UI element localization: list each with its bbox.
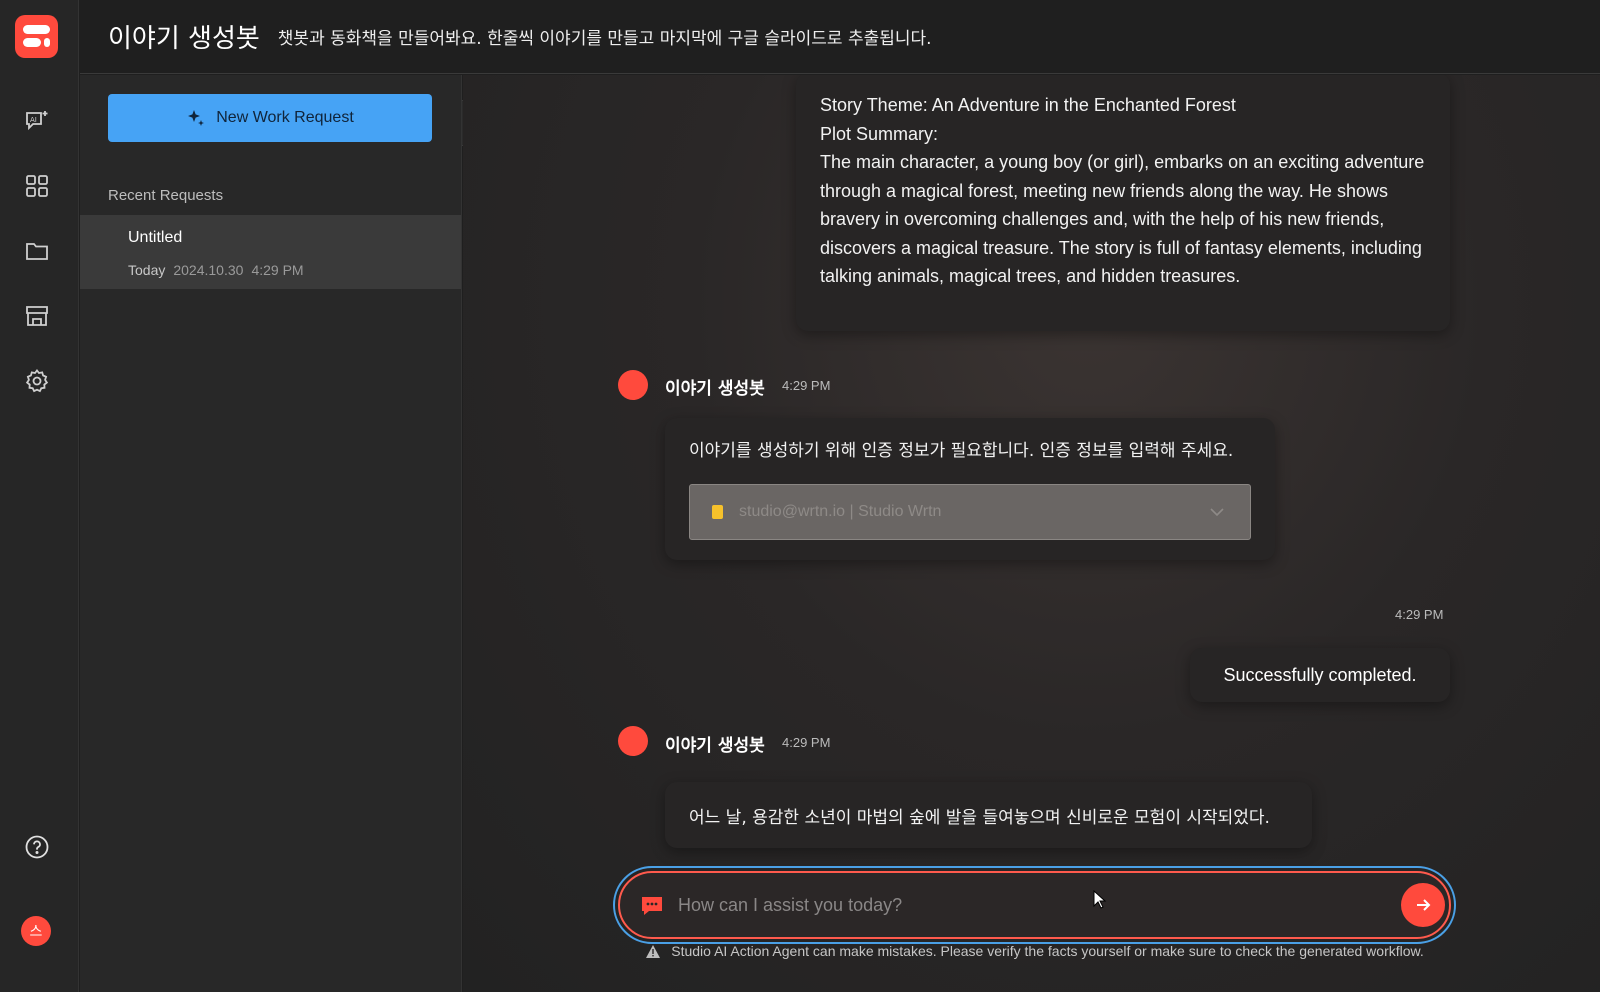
apps-grid-icon[interactable] — [20, 169, 54, 203]
user-avatar[interactable]: 스 — [21, 916, 51, 946]
chat-input-container — [613, 866, 1456, 944]
send-button[interactable] — [1401, 883, 1445, 927]
disclaimer: Studio AI Action Agent can make mistakes… — [613, 940, 1456, 962]
left-rail: AI 스 — [0, 0, 79, 992]
recent-request-time: 4:29 PM — [251, 262, 304, 278]
page-title: 이야기 생성봇 — [108, 24, 260, 54]
svg-text:AI: AI — [30, 116, 37, 124]
page-description: 챗봇과 동화책을 만들어봐요. 한줄씩 이야기를 만들고 마지막에 구글 슬라이… — [277, 29, 932, 49]
user-message-text: Successfully completed. — [1223, 664, 1417, 685]
recent-request-date: 2024.10.30 — [173, 262, 244, 278]
message-time: 4:29 PM — [782, 378, 831, 393]
credential-select[interactable]: studio@wrtn.io | Studio Wrtn — [689, 484, 1251, 540]
user-message: Successfully completed. — [1190, 648, 1450, 702]
folder-icon[interactable] — [20, 234, 54, 268]
recent-request-item[interactable]: Untitled Today 2024.10.30 4:29 PM — [80, 215, 461, 289]
plot-summary-text: The main character, a young boy (or girl… — [820, 152, 1425, 286]
warning-icon — [646, 944, 661, 958]
plot-summary-heading: Plot Summary: — [820, 123, 939, 144]
auth-request-text: 이야기를 생성하기 위해 인증 정보가 필요합니다. 인증 정보를 입력해 주세… — [689, 441, 1234, 461]
new-work-request-button[interactable]: New Work Request — [108, 94, 432, 142]
chat-area: Story Theme: An Adventure in the Enchant… — [463, 75, 1600, 992]
user-message-time: 4:29 PM — [1395, 607, 1444, 622]
arrow-right-icon — [1417, 899, 1431, 911]
sparkle-icon — [188, 110, 205, 126]
recent-request-title: Untitled — [128, 229, 183, 246]
recent-request-day: Today — [128, 262, 166, 278]
disclaimer-text: Studio AI Action Agent can make mistakes… — [671, 943, 1424, 959]
page-header: 이야기 생성봇 챗봇과 동화책을 만들어봐요. 한줄씩 이야기를 만들고 마지막… — [80, 0, 1600, 74]
chat-input[interactable] — [678, 887, 1358, 923]
ai-agent-icon[interactable]: AI — [20, 104, 54, 138]
bot-name: 이야기 생성봇 — [665, 736, 765, 756]
chat-bubble-icon — [642, 897, 662, 915]
google-doc-icon — [712, 505, 723, 519]
auth-request-message: 이야기를 생성하기 위해 인증 정보가 필요합니다. 인증 정보를 입력해 주세… — [665, 418, 1275, 560]
message-time: 4:29 PM — [782, 735, 831, 750]
help-icon[interactable] — [20, 830, 54, 864]
request-sidebar: New Work Request Recent Requests Untitle… — [80, 75, 462, 992]
store-icon[interactable] — [20, 299, 54, 333]
story-line-message: 어느 날, 용감한 소년이 마법의 숲에 발을 들여놓으며 신비로운 모험이 시… — [665, 782, 1312, 848]
bot-avatar — [618, 726, 648, 756]
bot-name: 이야기 생성봇 — [665, 379, 765, 399]
chat-input-box — [618, 871, 1451, 939]
mouse-cursor-icon — [1093, 890, 1107, 909]
story-summary-message: Story Theme: An Adventure in the Enchant… — [796, 75, 1450, 331]
recent-request-meta: Today 2024.10.30 4:29 PM — [128, 262, 304, 278]
app-logo[interactable] — [15, 15, 58, 58]
bot-avatar — [618, 370, 648, 400]
new-work-request-label: New Work Request — [216, 109, 354, 126]
chevron-down-icon — [1210, 508, 1224, 517]
recent-requests-heading: Recent Requests — [108, 187, 224, 204]
story-theme-line: Story Theme: An Adventure in the Enchant… — [820, 95, 1236, 115]
settings-icon[interactable] — [20, 364, 54, 398]
credential-select-value: studio@wrtn.io | Studio Wrtn — [739, 503, 942, 520]
story-line-text: 어느 날, 용감한 소년이 마법의 숲에 발을 들여놓으며 신비로운 모험이 시… — [689, 807, 1270, 828]
